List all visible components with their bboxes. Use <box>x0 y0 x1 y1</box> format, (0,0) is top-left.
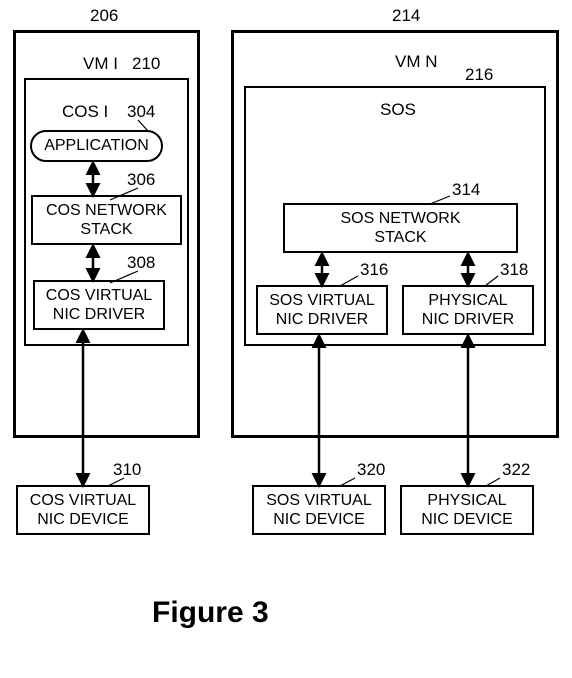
cos-virtual-nic-device: COS VIRTUAL NIC DEVICE <box>16 485 150 535</box>
ref-214: 214 <box>392 6 420 26</box>
application-label: APPLICATION <box>44 137 149 155</box>
figure-title: Figure 3 <box>152 596 269 630</box>
ref-320: 320 <box>357 460 385 480</box>
ref-322: 322 <box>502 460 530 480</box>
cos-virtual-nic-driver: COS VIRTUAL NIC DRIVER <box>33 280 165 330</box>
sos-nic-device-label: NIC DEVICE <box>273 510 365 529</box>
physical-nic-driver-label: NIC DRIVER <box>422 310 514 329</box>
ref-318: 318 <box>500 260 528 280</box>
cos-network-stack: COS NETWORK STACK <box>31 195 182 245</box>
ref-310: 310 <box>113 460 141 480</box>
sos-network-stack: SOS NETWORK STACK <box>283 203 518 253</box>
application-box: APPLICATION <box>30 130 163 162</box>
ref-314: 314 <box>452 180 480 200</box>
sos-network-label: SOS NETWORK <box>340 209 460 228</box>
sos-virtual-nic-driver: SOS VIRTUAL NIC DRIVER <box>256 285 388 335</box>
physical-dev-label: PHYSICAL <box>427 491 506 510</box>
ref-206: 206 <box>90 6 118 26</box>
sos-title: SOS <box>380 100 416 120</box>
physical-nic-device: PHYSICAL NIC DEVICE <box>400 485 534 535</box>
ref-304: 304 <box>127 102 155 122</box>
sos-virtual-nic-device: SOS VIRTUAL NIC DEVICE <box>252 485 386 535</box>
vm1-title: VM I <box>83 54 118 74</box>
physical-nic-device-label: NIC DEVICE <box>421 510 513 529</box>
vmN-title: VM N <box>395 52 438 72</box>
ref-210: 210 <box>132 54 160 74</box>
sos-nic-driver-label: NIC DRIVER <box>276 310 368 329</box>
sos-virtual-dev-label: SOS VIRTUAL <box>266 491 372 510</box>
cos-virtual-dev-label: COS VIRTUAL <box>30 491 136 510</box>
sos-virtual-drv-label: SOS VIRTUAL <box>269 291 375 310</box>
physical-nic-driver: PHYSICAL NIC DRIVER <box>402 285 534 335</box>
cos-stack-label: STACK <box>80 220 132 239</box>
cos-nic-device-label: NIC DEVICE <box>37 510 129 529</box>
physical-drv-label: PHYSICAL <box>428 291 507 310</box>
ref-216: 216 <box>465 65 493 85</box>
cos-virtual-label: COS VIRTUAL <box>46 286 152 305</box>
cos1-title: COS I <box>62 102 108 122</box>
sos-stack-label: STACK <box>374 228 426 247</box>
ref-306: 306 <box>127 170 155 190</box>
ref-316: 316 <box>360 260 388 280</box>
ref-308: 308 <box>127 253 155 273</box>
cos-network-label: COS NETWORK <box>46 201 167 220</box>
cos-nic-driver-label: NIC DRIVER <box>53 305 145 324</box>
